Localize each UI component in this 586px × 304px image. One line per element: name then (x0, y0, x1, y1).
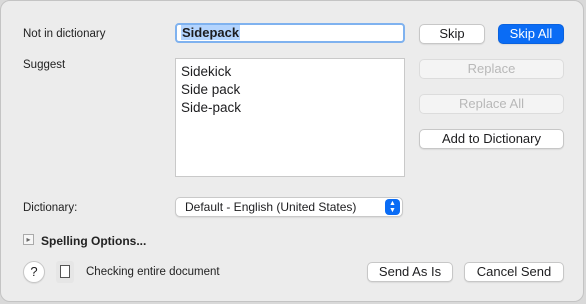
document-icon (56, 261, 74, 283)
suggestion-item[interactable]: Side-pack (181, 99, 399, 117)
up-down-chevron-icon: ▲ ▼ (385, 199, 400, 215)
suggestions-list[interactable]: Sidekick Side pack Side-pack (175, 58, 405, 177)
cancel-send-button[interactable]: Cancel Send (464, 262, 564, 282)
disclosure-triangle-icon[interactable]: ▸ (23, 234, 34, 245)
dictionary-select[interactable]: Default - English (United States) ▲ ▼ (175, 197, 403, 217)
spelling-dialog: Not in dictionary Sidepack Skip Skip All… (0, 0, 584, 302)
add-to-dictionary-button[interactable]: Add to Dictionary (419, 129, 564, 149)
dictionary-label: Dictionary: (23, 202, 78, 214)
misspelled-word-text: Sidepack (181, 25, 241, 40)
replace-all-button[interactable]: Replace All (419, 94, 564, 114)
suggestion-item[interactable]: Side pack (181, 81, 399, 99)
dictionary-select-value: Default - English (United States) (185, 200, 357, 214)
spelling-options-toggle[interactable]: Spelling Options... (41, 234, 146, 248)
not-in-dictionary-label: Not in dictionary (23, 28, 106, 40)
suggestion-item[interactable]: Sidekick (181, 63, 399, 81)
send-as-is-button[interactable]: Send As Is (367, 262, 453, 282)
skip-button[interactable]: Skip (419, 24, 485, 44)
help-button[interactable]: ? (23, 261, 45, 283)
replace-button[interactable]: Replace (419, 59, 564, 79)
skip-all-button[interactable]: Skip All (498, 24, 564, 44)
question-mark-icon: ? (30, 264, 38, 279)
misspelled-word-field[interactable]: Sidepack (175, 23, 405, 43)
status-text: Checking entire document (86, 266, 220, 278)
suggest-label: Suggest (23, 59, 66, 71)
